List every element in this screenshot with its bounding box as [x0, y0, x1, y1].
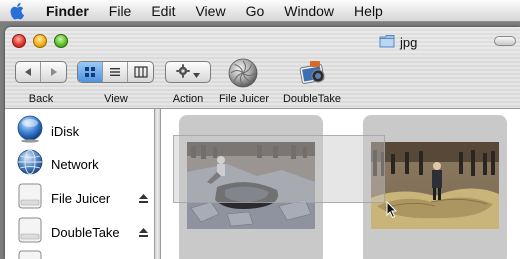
menu-window[interactable]: Window: [274, 0, 344, 22]
disk-drive-icon: [17, 216, 43, 248]
zoom-button[interactable]: [54, 34, 68, 48]
menu-view[interactable]: View: [185, 0, 235, 22]
sidebar-item-label: Network: [51, 156, 99, 172]
sidebar: iDisk Network File Juicer DoubleTake: [5, 109, 155, 259]
sidebar-item-label: File Juicer: [51, 190, 111, 206]
toolbar: Back View Action File Juicer DoubleTake: [5, 55, 520, 109]
menu-file[interactable]: File: [99, 0, 142, 22]
sidebar-item-partial[interactable]: [17, 249, 149, 259]
forward-button[interactable]: [41, 62, 66, 82]
back-label: Back: [28, 93, 54, 105]
column-view-button[interactable]: [128, 62, 153, 82]
menu-help[interactable]: Help: [344, 0, 393, 22]
eject-icon[interactable]: [137, 192, 149, 204]
view-control: [77, 61, 154, 83]
idisk-icon: [17, 115, 43, 147]
sidebar-item-doubletake[interactable]: DoubleTake: [17, 216, 149, 248]
sidebar-item-network[interactable]: Network: [17, 148, 149, 180]
file-juicer-label: File Juicer: [218, 93, 270, 105]
apple-menu-icon[interactable]: [0, 2, 36, 20]
back-button[interactable]: [16, 62, 41, 82]
chevron-down-icon: [193, 63, 200, 82]
sidebar-item-idisk[interactable]: iDisk: [17, 115, 149, 147]
disk-drive-icon: [17, 182, 43, 214]
icon-view-button[interactable]: [78, 62, 103, 82]
gear-icon: [176, 63, 190, 82]
menu-bar: Finder File Edit View Go Window Help: [0, 0, 520, 22]
menu-finder[interactable]: Finder: [36, 0, 99, 22]
action-button[interactable]: [165, 61, 211, 83]
title-bar[interactable]: jpg: [5, 27, 520, 55]
close-button[interactable]: [12, 34, 26, 48]
finder-window: jpg Back View Action File Juicer DoubleT…: [5, 27, 520, 259]
doubletake-label: DoubleTake: [282, 93, 342, 105]
file-juicer-icon[interactable]: [227, 57, 259, 89]
sidebar-item-label: iDisk: [51, 123, 80, 139]
toolbar-toggle-button[interactable]: [494, 36, 516, 46]
view-label: View: [104, 93, 128, 105]
menu-go[interactable]: Go: [236, 0, 275, 22]
list-view-button[interactable]: [103, 62, 128, 82]
file-icon-view: [161, 109, 520, 259]
window-title-text: jpg: [400, 35, 418, 50]
back-forward-control: [15, 61, 67, 83]
sidebar-item-label: DoubleTake: [51, 224, 120, 240]
folder-icon: [379, 34, 395, 51]
disk-drive-icon: [17, 246, 43, 259]
doubletake-icon[interactable]: [297, 57, 329, 89]
network-globe-icon: [17, 149, 43, 179]
drag-selection-rectangle: [173, 135, 385, 203]
menu-edit[interactable]: Edit: [141, 0, 185, 22]
minimize-button[interactable]: [33, 34, 47, 48]
mouse-pointer-icon: [386, 200, 398, 223]
window-title: jpg: [379, 34, 417, 51]
eject-icon[interactable]: [137, 226, 149, 238]
action-label: Action: [172, 93, 204, 105]
sidebar-item-file-juicer[interactable]: File Juicer: [17, 182, 149, 214]
